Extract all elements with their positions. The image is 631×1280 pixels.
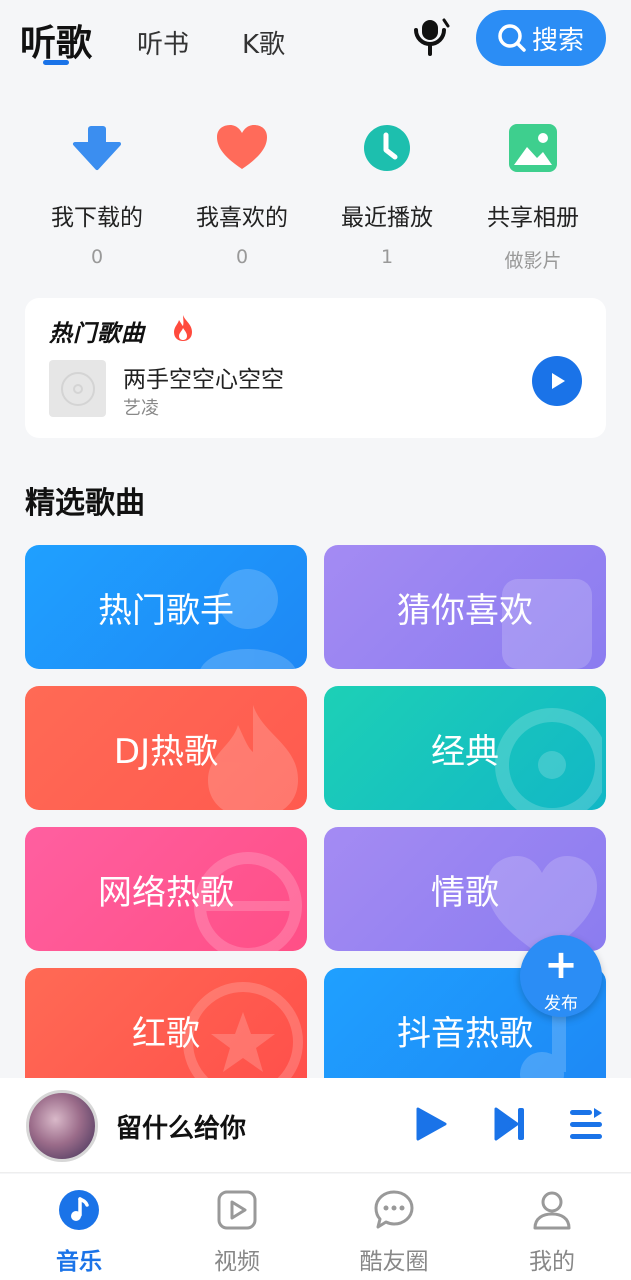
tile-label: 猜你喜欢: [397, 590, 533, 631]
download-icon: [67, 118, 127, 178]
tile-hot-singers[interactable]: 热门歌手: [25, 545, 307, 669]
quick-item-downloads[interactable]: 我下载的 0: [22, 118, 172, 268]
quick-item-favorites[interactable]: 我喜欢的 0: [167, 118, 317, 268]
tile-label: 网络热歌: [98, 872, 234, 913]
disc-icon: [60, 371, 95, 406]
nav-label: 酷友圈: [359, 1249, 429, 1275]
nav-label: 视频: [214, 1249, 260, 1275]
now-playing-title: 留什么给你: [116, 1114, 247, 1144]
song-cover: [49, 360, 106, 417]
quick-count: 1: [380, 246, 394, 268]
video-icon: [215, 1188, 259, 1232]
voice-recognition-button[interactable]: [408, 16, 452, 60]
hot-songs-card[interactable]: 热门歌曲 两手空空心空空 艺凌: [25, 298, 606, 438]
nav-music[interactable]: 音乐: [19, 1188, 139, 1276]
nav-label: 音乐: [56, 1249, 102, 1275]
quick-count: 做影片: [504, 250, 562, 272]
play-button[interactable]: [414, 1106, 448, 1146]
tab-karaoke[interactable]: K歌: [242, 24, 285, 61]
chat-bubble-icon: [372, 1188, 416, 1232]
nav-friends-circle[interactable]: 酷友圈: [334, 1188, 454, 1276]
quick-label: 最近播放: [341, 205, 433, 231]
quick-label: 共享相册: [487, 205, 579, 231]
tile-label: DJ热歌: [113, 731, 219, 772]
publish-label: 发布: [544, 994, 578, 1014]
publish-button[interactable]: + 发布: [520, 935, 602, 1017]
quick-count: 0: [235, 246, 249, 268]
quick-item-shared-album[interactable]: 共享相册 做影片: [458, 118, 608, 273]
play-song-button[interactable]: [532, 356, 582, 406]
tile-classics[interactable]: 经典: [324, 686, 606, 810]
tab-listen-songs[interactable]: 听歌: [20, 14, 92, 66]
playlist-icon: [570, 1108, 602, 1139]
search-label: 搜索: [532, 25, 585, 56]
tile-internet-hits[interactable]: 网络热歌: [25, 827, 307, 951]
tile-red-songs[interactable]: 红歌: [25, 968, 307, 1078]
hot-songs-title: 热门歌曲: [49, 321, 145, 347]
tile-label: 红歌: [132, 1013, 200, 1054]
tile-guess-you-like[interactable]: 猜你喜欢: [324, 545, 606, 669]
heart-outline-icon: [487, 856, 597, 951]
photo-icon: [503, 118, 563, 178]
nav-profile[interactable]: 我的: [492, 1188, 612, 1276]
tile-label: 热门歌手: [98, 590, 234, 631]
section-title: 精选歌曲: [25, 486, 145, 521]
song-artist: 艺凌: [123, 398, 159, 419]
clock-icon: [357, 118, 417, 178]
nav-label: 我的: [529, 1249, 575, 1275]
search-button[interactable]: 搜索: [476, 10, 606, 66]
quick-access-row: 我下载的 0 我喜欢的 0 最近播放 1 共享相册 做影片: [0, 118, 631, 278]
star-badge-icon: [183, 982, 303, 1078]
quick-label: 我喜欢的: [196, 205, 288, 231]
quick-item-recent[interactable]: 最近播放 1: [312, 118, 462, 268]
play-icon: [552, 373, 565, 389]
mini-player[interactable]: 留什么给你: [0, 1078, 631, 1173]
skip-next-icon: [494, 1107, 524, 1141]
tile-label: 经典: [431, 731, 499, 772]
tile-love-songs[interactable]: 情歌: [324, 827, 606, 951]
microphone-icon: [414, 18, 450, 56]
vinyl-icon: [495, 708, 602, 810]
tile-dj-hits[interactable]: DJ热歌: [25, 686, 307, 810]
quick-count: 0: [90, 246, 104, 268]
now-playing-cover[interactable]: [26, 1090, 98, 1162]
tab-audiobooks[interactable]: 听书: [137, 24, 189, 61]
tile-label: 情歌: [431, 872, 499, 913]
plus-icon: +: [544, 942, 578, 988]
tile-label: 抖音热歌: [397, 1013, 533, 1054]
active-tab-indicator: [43, 60, 69, 65]
person-icon: [530, 1188, 574, 1232]
song-title: 两手空空心空空: [123, 367, 284, 393]
bottom-nav: 音乐 视频 酷友圈 我的: [0, 1174, 631, 1280]
fire-icon: [172, 314, 194, 346]
playlist-button[interactable]: [568, 1106, 604, 1146]
nav-video[interactable]: 视频: [177, 1188, 297, 1276]
heart-icon: [212, 118, 272, 178]
search-icon: [498, 24, 526, 52]
top-bar: 听歌 听书 K歌 搜索: [0, 0, 631, 84]
next-track-button[interactable]: [493, 1106, 527, 1146]
quick-label: 我下载的: [51, 205, 143, 231]
play-icon: [416, 1107, 447, 1141]
music-note-icon: [57, 1188, 101, 1232]
